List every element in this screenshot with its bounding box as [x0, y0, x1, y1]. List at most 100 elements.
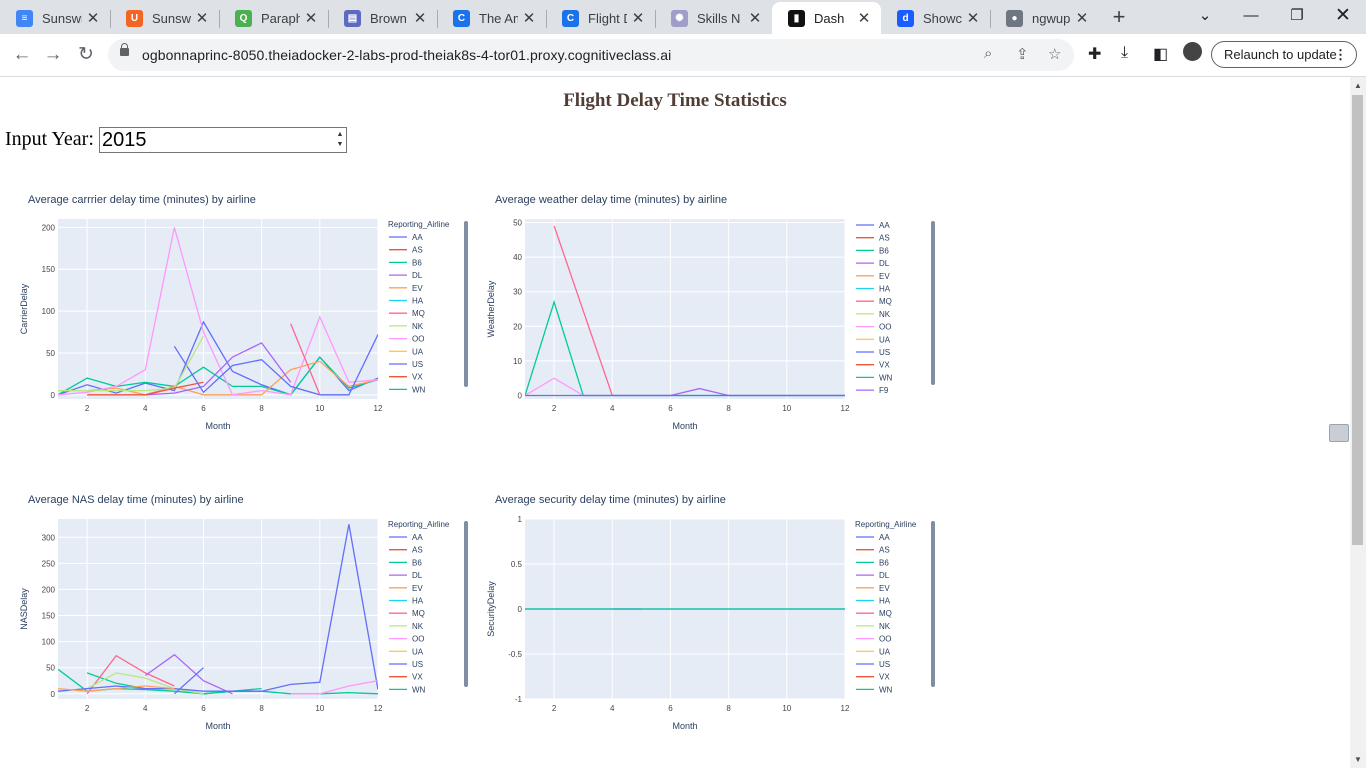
legend-item-WN: WN — [879, 685, 893, 694]
tab-search-icon[interactable]: ⌄ — [1182, 2, 1228, 30]
close-tab-icon[interactable]: ✕ — [82, 9, 104, 27]
nas-delay-chart: Average NAS delay time (minutes) by airl… — [19, 494, 468, 731]
plot-area — [525, 219, 845, 399]
y-axis-title: CarrierDelay — [19, 283, 29, 334]
y-tick-label: -1 — [515, 695, 523, 704]
y-tick-label: 10 — [513, 357, 522, 366]
legend-item-MQ: MQ — [879, 297, 892, 306]
side-panel-icon[interactable]: ◧ — [1153, 44, 1168, 64]
profile-avatar[interactable] — [1183, 42, 1202, 61]
tab-9[interactable]: ● ngwup ✕ — [990, 2, 1099, 34]
close-tab-icon[interactable]: ✕ — [409, 9, 431, 27]
maximize-button[interactable]: ❐ — [1274, 2, 1320, 30]
extensions-icon[interactable]: ✚ — [1088, 44, 1101, 64]
relaunch-button[interactable]: Relaunch to update ⋮ — [1211, 41, 1357, 68]
browser-toolbar: ← → ↻ ogbonnaprinc-8050.theiadocker-2-la… — [0, 34, 1366, 77]
share-icon[interactable]: ⇪ — [1016, 45, 1029, 63]
close-tab-icon[interactable]: ✕ — [627, 9, 649, 27]
quillbot-icon: Q — [235, 9, 252, 27]
legend-item-VX: VX — [879, 361, 890, 370]
x-tick-label: 10 — [782, 704, 791, 713]
close-window-button[interactable]: ✕ — [1320, 2, 1366, 30]
legend-item-AS: AS — [412, 246, 423, 255]
close-tab-icon[interactable]: ✕ — [962, 9, 984, 27]
close-tab-icon[interactable]: ✕ — [744, 9, 766, 27]
y-tick-label: 200 — [42, 223, 56, 232]
legend-item-NK: NK — [412, 322, 424, 331]
tab-6[interactable]: ✺ Skills N ✕ — [655, 2, 772, 34]
legend-item-NK: NK — [879, 310, 891, 319]
address-bar[interactable]: ogbonnaprinc-8050.theiadocker-2-labs-pro… — [108, 39, 1074, 71]
legend-item-AS: AS — [879, 546, 890, 555]
close-tab-icon[interactable]: ✕ — [518, 9, 540, 27]
dash-icon: ▮ — [788, 9, 805, 27]
scroll-down-icon[interactable]: ▼ — [1354, 755, 1362, 764]
x-tick-label: 12 — [374, 704, 383, 713]
zoom-icon[interactable]: ⌕ — [984, 45, 992, 62]
legend-item-DL: DL — [412, 571, 423, 580]
dash-page: Flight Delay Time Statistics Input Year:… — [0, 77, 1350, 768]
back-icon[interactable]: ← — [9, 42, 35, 68]
x-axis-title: Month — [672, 421, 697, 431]
tab-title: ngwup — [1032, 10, 1071, 26]
year-spinner[interactable]: ▲ ▼ — [335, 130, 345, 150]
scrollbar-thumb[interactable] — [1352, 95, 1363, 545]
x-tick-label: 8 — [259, 404, 264, 413]
legend-item-AA: AA — [412, 533, 423, 542]
x-tick-label: 6 — [201, 404, 206, 413]
legend-item-OO: OO — [412, 335, 424, 344]
c-logo-icon: C — [453, 9, 470, 27]
tab-1[interactable]: U Sunswit✕ — [110, 2, 219, 34]
legend-item-AS: AS — [879, 234, 890, 243]
x-tick-label: 2 — [85, 404, 90, 413]
reload-icon[interactable]: ↻ — [73, 42, 99, 68]
legend-item-EV: EV — [879, 584, 890, 593]
tab-7[interactable]: ▮ Dash ✕ — [772, 2, 881, 34]
close-tab-icon[interactable]: ✕ — [853, 9, 875, 27]
tab-title: Dash — [814, 10, 845, 26]
page-scrollbar[interactable]: ▲ ▼ — [1350, 77, 1366, 768]
tab-5[interactable]: C Flight D✕ — [546, 2, 655, 34]
close-tab-icon[interactable]: ✕ — [191, 9, 213, 27]
legend-item-UA: UA — [879, 335, 891, 344]
chart-title: Average NAS delay time (minutes) by airl… — [28, 494, 244, 506]
side-widget-icon[interactable] — [1329, 424, 1349, 442]
minimize-button[interactable]: — — [1228, 2, 1274, 30]
legend-title: Reporting_Airline — [855, 520, 917, 529]
tab-title: Flight D — [588, 10, 627, 26]
tab-2[interactable]: Q Paraphr✕ — [219, 2, 328, 34]
y-axis-title: NASDelay — [19, 588, 29, 630]
tab-4[interactable]: C The Am✕ — [437, 2, 546, 34]
tab-3[interactable]: ▤ Brown a✕ — [328, 2, 437, 34]
y-tick-label: 0 — [51, 391, 56, 400]
download-icon[interactable]: ⤓ — [1121, 44, 1128, 62]
plot-area — [58, 519, 378, 699]
close-tab-icon[interactable]: ✕ — [1071, 9, 1093, 27]
page-title: Flight Delay Time Statistics — [563, 90, 787, 111]
legend-item-US: US — [412, 660, 423, 669]
bookmark-star-icon[interactable]: ☆ — [1048, 45, 1061, 63]
new-tab-button[interactable]: + — [1107, 4, 1131, 30]
chart-title: Average carrrier delay time (minutes) by… — [28, 194, 256, 206]
scroll-up-icon[interactable]: ▲ — [1354, 81, 1362, 90]
legend-item-VX: VX — [879, 673, 890, 682]
input-year-label: Input Year: — [5, 128, 94, 150]
tab-0[interactable]: ≡ Sunswit✕ — [0, 2, 110, 34]
legend-item-UA: UA — [879, 647, 891, 656]
forward-icon[interactable]: → — [40, 42, 66, 68]
legend-item-VX: VX — [412, 373, 423, 382]
legend-item-OO: OO — [412, 635, 424, 644]
chart-title: Average security delay time (minutes) by… — [495, 494, 726, 506]
close-tab-icon[interactable]: ✕ — [300, 9, 322, 27]
menu-dots-icon[interactable]: ⋮ — [1334, 42, 1347, 67]
y-tick-label: 40 — [513, 253, 522, 262]
x-tick-label: 10 — [315, 704, 324, 713]
y-axis-title: SecurityDelay — [486, 581, 496, 637]
x-tick-label: 12 — [841, 404, 850, 413]
year-input[interactable] — [99, 127, 347, 153]
y-tick-label: 0 — [518, 605, 523, 614]
legend-item-DL: DL — [879, 259, 890, 268]
lock-icon[interactable] — [120, 43, 129, 56]
tab-8[interactable]: d Showca✕ — [881, 2, 990, 34]
showcase-icon: d — [897, 9, 914, 27]
